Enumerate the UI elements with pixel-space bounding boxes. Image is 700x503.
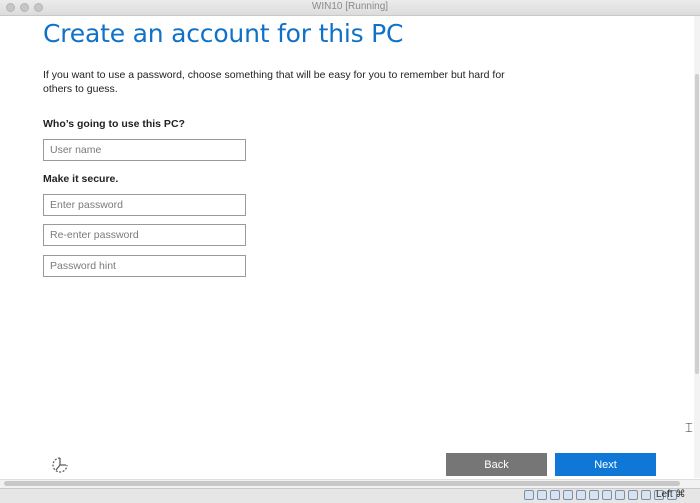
vertical-scroll-thumb[interactable] (695, 74, 699, 374)
intro-text: If you want to use a password, choose so… (43, 69, 505, 95)
usb-icon[interactable] (576, 490, 586, 500)
status-icons (524, 490, 677, 500)
network-icon[interactable] (563, 490, 573, 500)
recording-icon[interactable] (628, 490, 638, 500)
page-title: Create an account for this PC (43, 19, 404, 48)
horizontal-scrollbar[interactable] (0, 479, 700, 488)
window-titlebar: WIN10 [Running] (0, 0, 700, 16)
secure-label: Make it secure. (43, 173, 119, 185)
back-button[interactable]: Back (446, 453, 547, 476)
password-input[interactable] (43, 194, 246, 216)
hard-disk-icon[interactable] (524, 490, 534, 500)
optical-drive-icon[interactable] (537, 490, 547, 500)
shared-folder-icon[interactable] (589, 490, 599, 500)
next-button[interactable]: Next (555, 453, 656, 476)
horizontal-scroll-thumb[interactable] (4, 481, 680, 486)
host-key-indicator: Left ⌘ (656, 489, 686, 500)
video-capture-icon[interactable] (615, 490, 625, 500)
password-hint-input[interactable] (43, 255, 246, 277)
reenter-password-input[interactable] (43, 224, 246, 246)
username-input[interactable] (43, 139, 246, 161)
display-icon[interactable] (602, 490, 612, 500)
window-title: WIN10 [Running] (311, 1, 389, 12)
cursor-icon: ⌶ (685, 420, 693, 435)
who-label: Who’s going to use this PC? (43, 118, 185, 130)
ease-of-access-icon[interactable] (50, 455, 70, 475)
audio-icon[interactable] (550, 490, 560, 500)
vm-status-bar: Left ⌘ (0, 488, 700, 503)
vertical-scrollbar[interactable] (694, 16, 700, 478)
cpu-icon[interactable] (641, 490, 651, 500)
